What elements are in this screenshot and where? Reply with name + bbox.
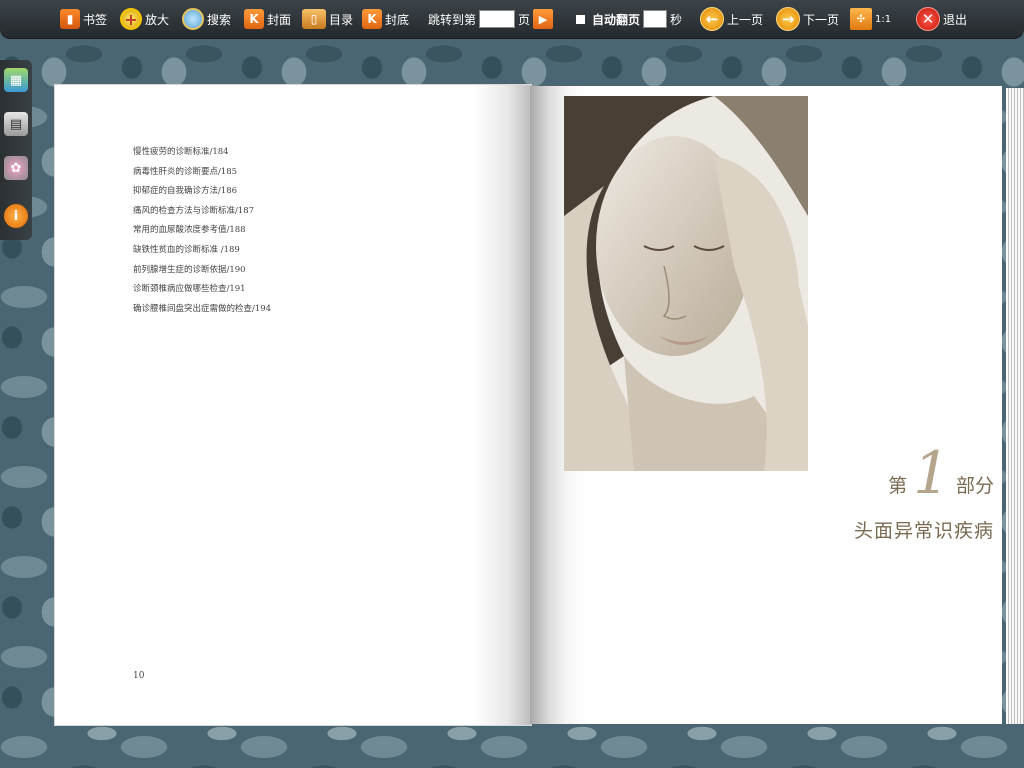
toc-item: 前列腺增生症的诊断依据/190 xyxy=(133,264,246,275)
toc-item: 缺铁性贫血的诊断标准 /189 xyxy=(133,244,240,255)
gear-icon[interactable]: ✿ xyxy=(4,156,28,180)
first-page-icon: K xyxy=(244,9,264,29)
auto-flip-seconds-input[interactable] xyxy=(643,10,668,28)
next-page-button[interactable]: → 下一页 xyxy=(776,7,839,31)
part-suffix: 部分 xyxy=(955,475,994,497)
printer-icon[interactable]: ▤ xyxy=(4,112,28,136)
actual-size-button[interactable]: ✣ 1:1 xyxy=(850,7,891,31)
toc-item: 确诊腰椎间盘突出症需做的检查/194 xyxy=(133,303,272,314)
toc-item: 病毒性肝炎的诊断要点/185 xyxy=(133,166,238,177)
picture-icon[interactable]: ▦ xyxy=(4,68,28,92)
toc-item: 诊断颈椎病应做哪些检查/191 xyxy=(133,284,246,295)
arrow-left-icon: ← xyxy=(700,7,724,31)
toc-item: 痛风的检查方法与诊断标准/187 xyxy=(133,205,255,216)
toc-item: 抑郁症的自我确诊方法/186 xyxy=(133,186,238,197)
back-cover-button[interactable]: K 封底 xyxy=(362,7,409,31)
go-button[interactable]: ▶ xyxy=(533,9,554,29)
search-icon xyxy=(182,8,204,30)
toolbar: ▮ 书签 + 放大 搜索 K 封面 ▯ 目录 K 封底 跳转到第 页 ▶ 自动翻… xyxy=(0,0,1024,39)
side-panel: ▦ ▤ ✿ i xyxy=(0,60,32,240)
jump-to-page: 跳转到第 页 ▶ xyxy=(428,7,554,31)
bookmark-icon: ▮ xyxy=(60,9,80,29)
last-page-icon: K xyxy=(362,9,382,29)
auto-flip: 自动翻页 秒 xyxy=(576,7,682,31)
prev-page-button[interactable]: ← 上一页 xyxy=(700,7,763,31)
part-title: 头面异常识疾病 xyxy=(853,520,994,542)
woman-portrait-photo xyxy=(564,96,808,471)
toc-button[interactable]: ▯ 目录 xyxy=(302,7,353,31)
close-icon: ✕ xyxy=(916,7,940,31)
left-page[interactable]: 慢性疲劳的诊断标准/184 病毒性肝炎的诊断要点/185 抑郁症的自我确诊方法/… xyxy=(54,84,532,726)
book-spread: 慢性疲劳的诊断标准/184 病毒性肝炎的诊断要点/185 抑郁症的自我确诊方法/… xyxy=(54,84,1024,728)
toc-list: 慢性疲劳的诊断标准/184 病毒性肝炎的诊断要点/185 抑郁症的自我确诊方法/… xyxy=(133,143,271,319)
open-book-icon: ▯ xyxy=(302,9,326,29)
fit-size-icon: ✣ xyxy=(850,8,872,30)
info-icon[interactable]: i xyxy=(4,204,28,228)
toc-item: 慢性疲劳的诊断标准/184 xyxy=(133,147,229,157)
page-number-input[interactable] xyxy=(479,10,516,28)
zoom-in-button[interactable]: + 放大 xyxy=(120,7,169,31)
auto-flip-checkbox[interactable] xyxy=(576,14,585,24)
part-prefix: 第 xyxy=(888,475,908,497)
part-number: 1 xyxy=(913,439,950,507)
bookmark-button[interactable]: ▮ 书签 xyxy=(60,7,107,31)
part-heading: 第 1 部分 头面异常识疾病 xyxy=(804,444,994,543)
page-number: 10 xyxy=(133,671,145,681)
zoom-in-icon: + xyxy=(120,8,142,30)
cover-button[interactable]: K 封面 xyxy=(244,7,291,31)
portrait-illustration xyxy=(564,96,808,471)
toc-item: 常用的血尿酸浓度参考值/188 xyxy=(133,225,246,236)
exit-button[interactable]: ✕ 退出 xyxy=(916,7,967,31)
page-stack-edge xyxy=(1006,88,1024,724)
search-button[interactable]: 搜索 xyxy=(182,7,231,31)
arrow-right-icon: → xyxy=(776,7,800,31)
